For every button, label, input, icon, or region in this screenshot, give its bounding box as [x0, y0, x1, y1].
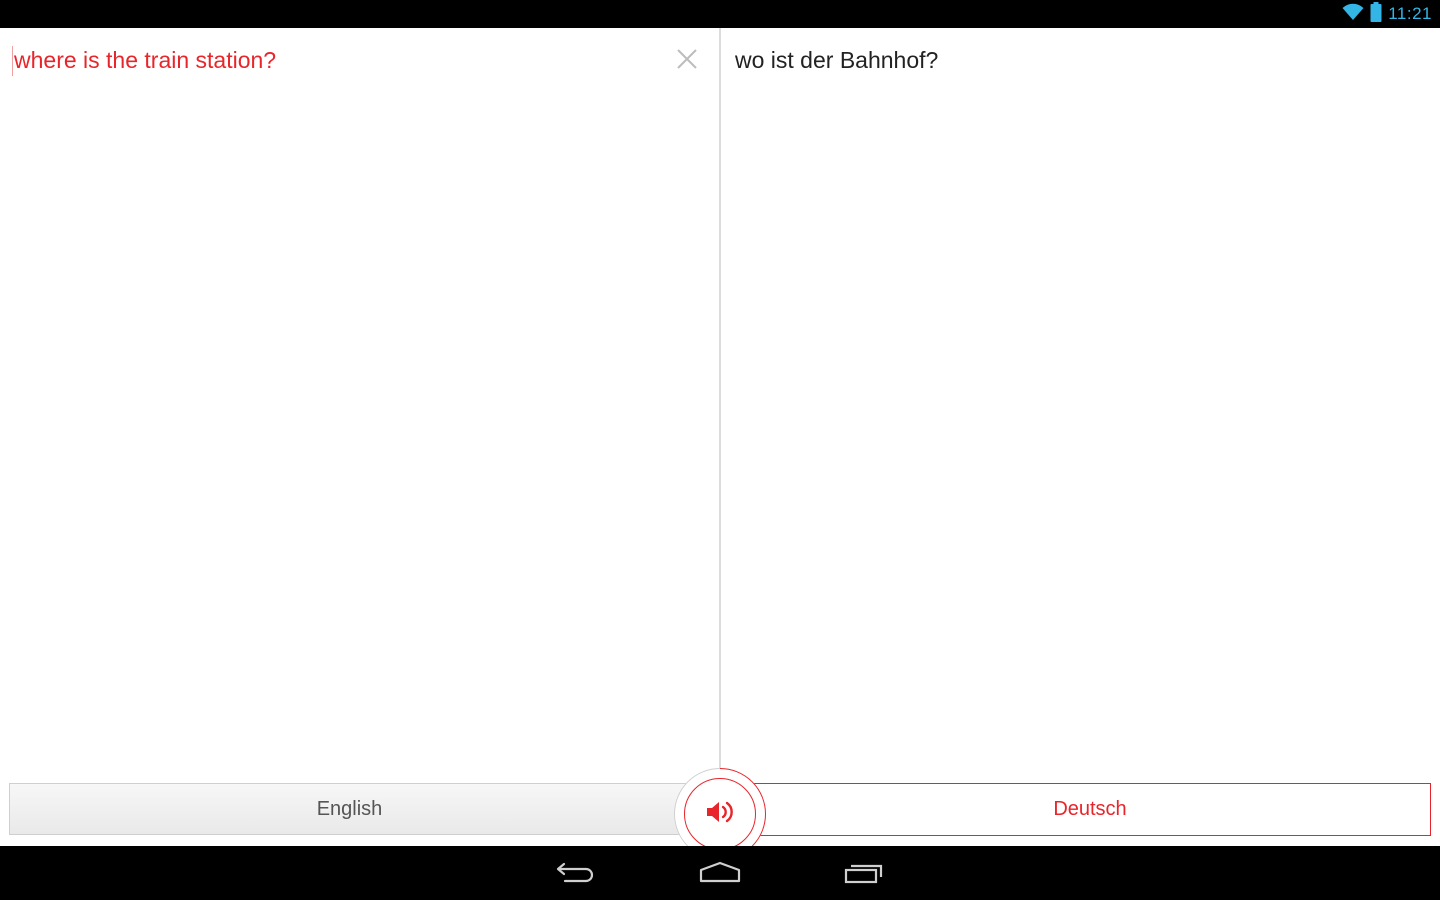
- recents-icon: [843, 860, 885, 889]
- back-button[interactable]: [546, 856, 606, 892]
- close-icon: [676, 48, 698, 75]
- source-text-input[interactable]: where is the train station?: [14, 44, 276, 76]
- speak-button[interactable]: [684, 778, 756, 850]
- translator-content: where is the train station? wo ist der B…: [0, 28, 1440, 860]
- target-pane: wo ist der Bahnhof?: [721, 28, 1440, 782]
- source-language-button[interactable]: English: [9, 783, 689, 835]
- speaker-icon: [705, 799, 735, 830]
- status-bar: 11:21: [0, 0, 1440, 28]
- home-icon: [698, 860, 742, 889]
- battery-icon: [1370, 1, 1382, 27]
- home-button[interactable]: [690, 856, 750, 892]
- target-language-button[interactable]: Deutsch: [750, 783, 1431, 836]
- wifi-icon: [1342, 3, 1364, 26]
- back-icon: [556, 860, 596, 889]
- navigation-bar: [0, 846, 1440, 900]
- status-time: 11:21: [1388, 4, 1432, 23]
- source-pane[interactable]: where is the train station?: [0, 28, 719, 782]
- translated-text: wo ist der Bahnhof?: [735, 47, 939, 73]
- status-icons: 11:21: [1342, 0, 1432, 28]
- language-bar: English Deutsch: [0, 768, 1440, 860]
- recents-button[interactable]: [834, 856, 894, 892]
- clear-button[interactable]: [672, 46, 702, 76]
- text-cursor: [12, 46, 13, 76]
